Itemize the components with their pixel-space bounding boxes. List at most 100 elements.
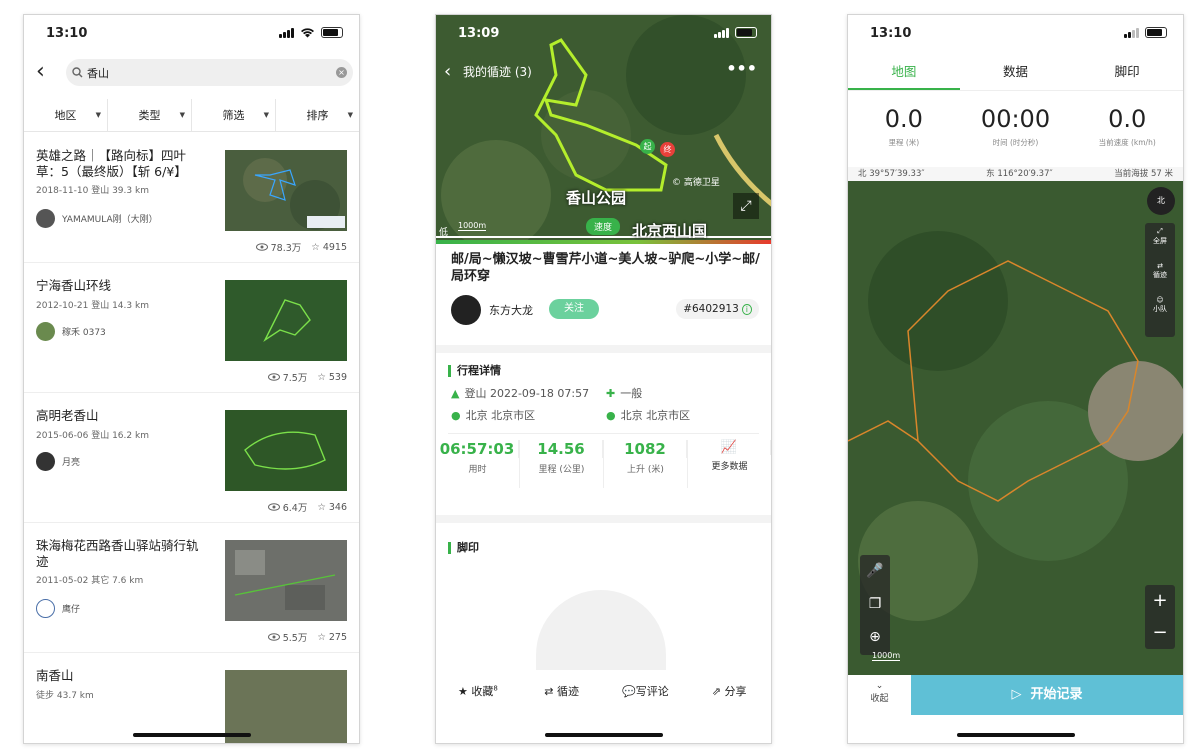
fullscreen-icon[interactable]: ⤢: [733, 193, 759, 219]
search-icon: [72, 67, 83, 78]
bottom-bar: ⌄ 收起 ▷ 开始记录: [848, 675, 1183, 715]
track-thumbnail: [225, 540, 347, 621]
status-bar: 13:10: [24, 15, 359, 53]
track-thumbnail: [225, 150, 347, 231]
filter-region[interactable]: 地区 ▼: [24, 99, 108, 131]
signal-icon: [279, 27, 294, 38]
author[interactable]: 东方大龙: [451, 295, 533, 325]
avatar: [36, 322, 55, 341]
track-author[interactable]: 稼禾 0373: [36, 322, 106, 341]
pin-icon: ●: [451, 409, 461, 422]
puzzle-icon: ✚: [606, 387, 616, 400]
more-icon[interactable]: •••: [726, 59, 757, 78]
speed-toggle[interactable]: 速度: [586, 218, 621, 235]
track-title: 邮/局~懒汉坡~曹雪芹小道~美人坡~驴爬~小学~邮/局环穿: [451, 252, 760, 284]
stat-ascent: 1082 上升 (米): [604, 440, 688, 488]
track-button[interactable]: ⇄ 循迹: [1145, 262, 1175, 280]
elevation-gradient-bar: [436, 240, 771, 244]
search-input[interactable]: 香山 ×: [66, 59, 353, 86]
track-author[interactable]: YAMAMULA刚（大刚）: [36, 209, 158, 228]
locate-icon[interactable]: ⊕: [860, 621, 890, 654]
tab-map[interactable]: 地图: [848, 57, 960, 90]
list-item[interactable]: 珠海梅花西路香山驿站骑行轨迹 2011-05-02 其它 7.6 km 鹰仔 5…: [24, 523, 359, 653]
start-marker: 起: [640, 139, 655, 154]
divider: [436, 345, 771, 353]
follow-button[interactable]: 关注: [549, 299, 599, 319]
track-meta: 2015-06-06 登山 16.2 km: [36, 431, 149, 441]
favorite-button[interactable]: ★ 收藏8: [436, 683, 520, 711]
status-time: 13:10: [46, 26, 88, 41]
end-marker: 终: [660, 142, 675, 157]
track-title: 宁海香山环线: [36, 278, 112, 293]
dash-speed: 0.0 当前速度 (km/h): [1098, 105, 1156, 147]
filter-sort[interactable]: 排序 ▼: [276, 99, 359, 131]
dash-distance: 0.0 里程 (米): [884, 105, 923, 147]
eye-icon: [267, 373, 280, 381]
back-icon[interactable]: ‹: [444, 61, 451, 82]
track-title: 高明老香山: [36, 408, 99, 423]
battery-icon: [321, 27, 343, 38]
map-scale: 1000m: [872, 651, 901, 661]
track-title: 南香山: [36, 668, 74, 683]
home-indicator: [132, 733, 251, 737]
elevation-low-label: 低: [439, 228, 449, 238]
recording-screen: 13:10 地图 数据 脚印 0.0 里程 (米) 00:00 时间 (时分秒) 0…: [847, 14, 1184, 744]
live-map[interactable]: 北 ⤢ 全屏 ⇄ 循迹 ☺ 小队 🎤 ❐ ⊕ + − 1000m: [848, 181, 1183, 675]
stat-duration: 06:57:03 用时: [436, 440, 520, 488]
list-item[interactable]: 宁海香山环线 2012-10-21 登山 14.3 km 稼禾 0373 7.5…: [24, 263, 359, 393]
share-button[interactable]: ⇗ 分享: [687, 683, 771, 711]
list-item[interactable]: 英雄之路｜【路向标】四叶草：5（最终版）【斩 6/¥】 2018-11-10 登…: [24, 133, 359, 263]
section-title-details: 行程详情: [448, 365, 501, 377]
comment-button[interactable]: 💬写评论: [604, 683, 688, 711]
follow-track-button[interactable]: ⇄ 循迹: [520, 683, 604, 711]
track-author[interactable]: 月亮: [36, 452, 80, 471]
map-label-park2: 北京西山国: [632, 222, 708, 240]
status-bar: 13:09: [436, 15, 771, 53]
fullscreen-button[interactable]: ⤢ 全屏: [1145, 227, 1175, 246]
dash-time: 00:00 时间 (时分秒): [980, 105, 1051, 147]
track-author[interactable]: 鹰仔: [36, 599, 80, 618]
track-meta: 2012-10-21 登山 14.3 km: [36, 301, 149, 311]
tab-bar: 地图 数据 脚印: [848, 57, 1183, 91]
play-icon: ▷: [1011, 687, 1022, 702]
map-tools: ⤢ 全屏 ⇄ 循迹 ☺ 小队: [1145, 223, 1175, 337]
track-title: 英雄之路｜【路向标】四叶草：5（最终版）【斩 6/¥】: [36, 148, 187, 179]
end-location: ● 北京 北京市区: [606, 409, 691, 422]
track-map[interactable]: 13:09 ‹ 我的循迹 (3) ••• 香山公园 北京西山国 © 高德卫星 1…: [436, 15, 771, 243]
swap-icon: ⇄: [544, 685, 554, 698]
list-item[interactable]: 南香山 徒步 43.7 km: [24, 653, 359, 743]
track-meta: 2011-05-02 其它 7.6 km: [36, 576, 144, 586]
nav-title: 我的循迹 (3): [463, 65, 532, 79]
chevron-down-icon: ⌄: [875, 681, 884, 691]
track-meta: 2018-11-10 登山 39.3 km: [36, 186, 149, 196]
compass-icon[interactable]: 北: [1147, 187, 1175, 215]
track-stats: 5.5万 ☆ 275: [267, 630, 347, 644]
zoom-in-button[interactable]: +: [1145, 585, 1175, 617]
clear-icon[interactable]: ×: [336, 67, 347, 78]
star-icon: ☆: [311, 241, 320, 253]
filter-type[interactable]: 类型 ▼: [108, 99, 192, 131]
avatar: [36, 452, 55, 471]
team-button[interactable]: ☺ 小队: [1145, 296, 1175, 314]
start-recording-button[interactable]: ▷ 开始记录: [911, 675, 1183, 715]
zoom-out-button[interactable]: −: [1145, 617, 1175, 649]
more-data-button[interactable]: 📈 更多数据: [688, 440, 771, 488]
avatar: [451, 295, 481, 325]
track-id-badge[interactable]: #6402913 i: [676, 299, 759, 319]
collapse-button[interactable]: ⌄ 收起: [848, 675, 911, 715]
list-item[interactable]: 高明老香山 2015-06-06 登山 16.2 km 月亮 6.4万 ☆ 346: [24, 393, 359, 523]
map-attribution: © 高德卫星: [672, 178, 720, 188]
filter-filter[interactable]: 筛选 ▼: [192, 99, 276, 131]
likes-count: ☆ 4915: [311, 241, 347, 253]
microphone-icon[interactable]: 🎤: [860, 555, 890, 588]
layers-icon[interactable]: ❐: [860, 588, 890, 621]
left-tools: 🎤 ❐ ⊕: [860, 555, 890, 655]
eye-icon: [255, 243, 268, 251]
track-stats: 6.4万 ☆ 346: [267, 500, 347, 514]
start-location: ● 北京 北京市区: [451, 409, 536, 422]
info-icon: i: [741, 304, 752, 315]
back-icon[interactable]: ‹: [36, 61, 45, 83]
tab-data[interactable]: 数据: [960, 57, 1072, 90]
tab-footprint[interactable]: 脚印: [1071, 57, 1183, 90]
chart-icon: 📈: [688, 440, 771, 455]
